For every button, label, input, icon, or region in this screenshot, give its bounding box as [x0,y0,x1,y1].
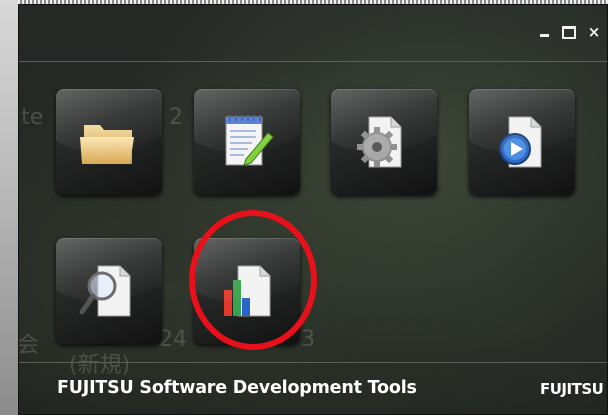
fujitsu-logo: FUJITSU [540,380,604,398]
folder-icon [80,125,134,164]
background-text: 3 [301,327,315,352]
background-text: 会 [18,333,40,358]
background-text: (新規) [69,353,131,378]
divider [19,61,607,62]
chart-tile-button[interactable] [194,238,300,344]
title-bar[interactable]: × [19,5,607,61]
search-tile-button[interactable] [56,238,162,344]
gear-document-icon [357,116,402,168]
magnifier-document-icon [79,265,131,317]
notepad-edit-icon [225,115,274,166]
maximize-icon [562,26,576,39]
desktop-background [0,0,18,415]
close-icon: × [587,23,601,41]
bar-chart-document-icon [224,265,271,317]
notepad-tile-button[interactable] [194,89,300,195]
divider [19,362,607,363]
software-tools-launcher-window: lte 2 会 24 3 (新規) × [18,4,608,415]
maximize-button[interactable] [560,23,578,41]
close-button[interactable]: × [585,23,603,41]
background-text: 2 [169,105,183,130]
minimize-icon [539,34,549,37]
media-tile-button[interactable] [469,89,575,195]
play-document-icon [499,116,542,168]
background-text: 24 [159,327,187,352]
minimize-button[interactable] [535,23,553,41]
app-title: FUJITSU Software Development Tools [57,378,417,398]
folder-tile-button[interactable] [56,89,162,195]
settings-tile-button[interactable] [331,89,437,195]
background-text: lte [19,105,44,130]
